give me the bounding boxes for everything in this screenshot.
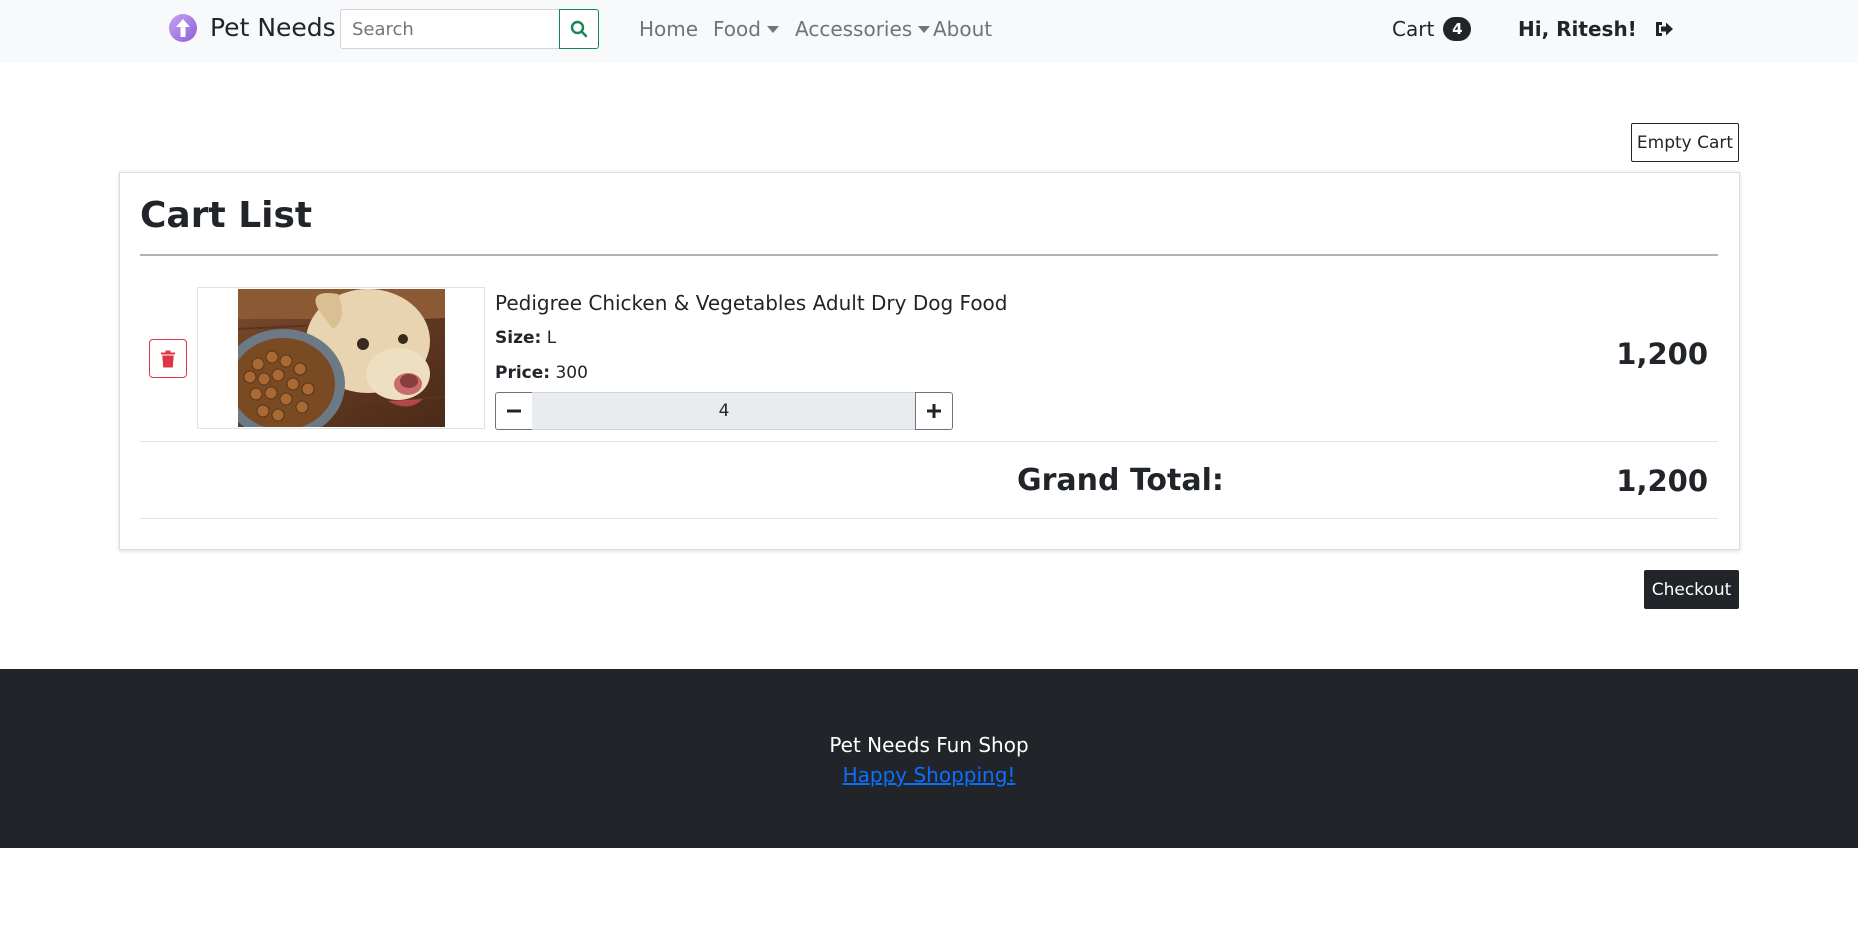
cart-count-badge: 4 bbox=[1443, 17, 1472, 41]
sign-out-icon[interactable] bbox=[1653, 18, 1675, 40]
product-name: Pedigree Chicken & Vegetables Adult Dry … bbox=[495, 291, 1008, 315]
caret-down-icon bbox=[918, 25, 931, 33]
product-size: Size: L bbox=[495, 327, 556, 349]
nav-accessories-label: Accessories bbox=[795, 17, 913, 41]
grand-total-divider bbox=[140, 518, 1718, 519]
footer bbox=[0, 669, 1858, 848]
nav-home-label: Home bbox=[639, 17, 699, 41]
trash-icon bbox=[161, 350, 175, 367]
empty-cart-button[interactable]: Empty Cart bbox=[1631, 123, 1739, 162]
search-input[interactable] bbox=[340, 9, 560, 49]
nav-about[interactable]: About bbox=[933, 17, 992, 41]
user-greeting: Hi, Ritesh! bbox=[1518, 17, 1637, 41]
search-button[interactable] bbox=[559, 9, 599, 49]
nav-home[interactable]: Home bbox=[639, 17, 698, 41]
brand[interactable]: Pet Needs bbox=[168, 13, 336, 43]
happy-shopping-link[interactable]: Happy Shopping! bbox=[843, 763, 1016, 787]
price-value: 300 bbox=[555, 363, 588, 383]
product-image[interactable] bbox=[238, 289, 445, 427]
plus-icon bbox=[927, 404, 941, 418]
navbar: Pet Needs Home Food Accessories About Ca… bbox=[0, 0, 1858, 63]
dog-with-food-bowl-image bbox=[238, 289, 445, 427]
grand-total-label: Grand Total: bbox=[1017, 463, 1224, 498]
checkout-button[interactable]: Checkout bbox=[1644, 570, 1739, 609]
brand-logo-icon bbox=[169, 14, 197, 42]
size-label: Size: bbox=[495, 328, 542, 348]
title-divider bbox=[140, 254, 1718, 256]
delete-item-button[interactable] bbox=[149, 339, 187, 378]
minus-icon bbox=[507, 409, 521, 413]
nav-accessories-dropdown[interactable]: Accessories bbox=[795, 17, 931, 41]
nav-about-label: About bbox=[933, 17, 993, 41]
decrease-quantity-button[interactable] bbox=[495, 392, 533, 430]
product-price: Price: 300 bbox=[495, 362, 588, 384]
cart-list-title: Cart List bbox=[140, 195, 313, 236]
footer-title: Pet Needs Fun Shop bbox=[829, 733, 1029, 757]
price-label: Price: bbox=[495, 363, 551, 383]
footer-link-wrapper: Happy Shopping! bbox=[0, 762, 1858, 788]
search-icon bbox=[570, 20, 588, 38]
item-divider bbox=[140, 441, 1718, 442]
quantity-field[interactable]: 4 bbox=[532, 392, 916, 430]
item-total: 1,200 bbox=[1616, 337, 1708, 371]
grand-total-value: 1,200 bbox=[1616, 464, 1708, 498]
brand-name: Pet Needs bbox=[210, 13, 336, 42]
nav-food-label: Food bbox=[713, 17, 761, 41]
caret-down-icon bbox=[766, 25, 779, 33]
nav-food-dropdown[interactable]: Food bbox=[713, 17, 779, 41]
cart-label: Cart bbox=[1392, 17, 1435, 41]
cart-link[interactable]: Cart 4 bbox=[1392, 17, 1472, 41]
increase-quantity-button[interactable] bbox=[915, 392, 953, 430]
size-value: L bbox=[546, 328, 557, 348]
